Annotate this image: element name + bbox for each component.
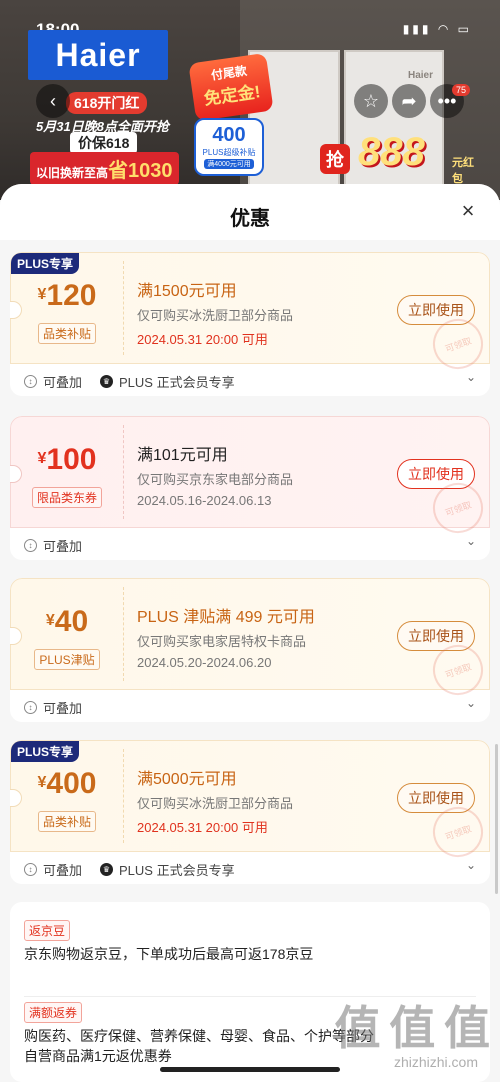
plus-exclusive-tag: PLUS专享 [11,253,80,274]
discount-sheet: 优惠 × PLUS专享 ¥120 品类补贴 满1500元可用 仅可购买冰洗厨卫部… [0,184,500,1082]
coupon-kind-tag: PLUS津贴 [34,649,100,670]
coupon-footer[interactable]: ↕ 可叠加 ⌄ [10,690,490,722]
rebate-tag: 满额返券 [24,1002,83,1023]
coupon-condition: PLUS 津贴满 499 元可用 [137,609,315,626]
promo-line-1: 618开门红 [66,92,148,114]
coupon-amount: ¥100 [37,443,97,476]
stackable-icon: ↕ [24,863,37,876]
watermark-logo: 值 值 值 [334,1002,490,1054]
scrollbar[interactable] [495,744,498,894]
sheet-header: 优惠 × [0,184,500,240]
coupon-condition: 满5000元可用 [137,771,237,788]
stackable-label: 可叠加 [43,539,83,554]
share-icon: ➦ [401,90,417,111]
watermark-url: zhizhizhi.com [393,1054,478,1070]
star-icon: ☆ [362,90,380,111]
coupon-scope: 仅可购买京东家电部分商品 [137,472,294,487]
coupon-scope: 仅可购买冰洗厨卫部分商品 [137,796,294,811]
close-icon: × [461,198,475,223]
chevron-down-icon[interactable]: ⌄ [466,858,476,872]
coupon-footer[interactable]: ↕ 可叠加 ⌄ [10,528,490,560]
plus-subsidy-card: 400 PLUS超级补贴 满4000元可用 [194,118,264,176]
coupon-amount: ¥400 [37,767,97,800]
deposit-badge: 付尾款 免定金! [188,52,274,122]
sheet-title: 优惠 [230,208,270,230]
back-button[interactable]: ‹ [36,84,70,118]
product-image-banner: Haier 18:00 ▮▮▮ ◠ ▭ Haier 618开门红 5月31日晚8… [0,0,500,200]
coupon-date: 2024.05.20-2024.06.20 [137,655,272,670]
coupon-card: PLUS专享 ¥120 品类补贴 满1500元可用 仅可购买冰洗厨卫部分商品 2… [10,252,490,396]
coupon-kind-tag: 品类补贴 [37,323,96,344]
crown-icon: ♛ [100,375,113,388]
stackable-icon: ↕ [24,701,37,714]
coupon-condition: 满1500元可用 [137,283,237,300]
brand-logo: Haier [28,30,168,80]
coupon-kind-tag: 限品类东券 [31,487,102,508]
beans-text: 京东购物返京豆，下单成功后最高可返178京豆 [24,946,314,962]
stackable-icon: ↕ [24,375,37,388]
coupon-date: 2024.05.31 20:00 可用 [137,332,268,347]
chevron-left-icon: ‹ [50,90,56,111]
coupon-amount: ¥40 [45,605,89,638]
chevron-down-icon[interactable]: ⌄ [466,696,476,710]
coupon-ticket: PLUS专享 ¥400 品类补贴 满5000元可用 仅可购买冰洗厨卫部分商品 2… [10,740,490,865]
crown-icon: ♛ [100,863,113,876]
stackable-label: 可叠加 [43,701,83,716]
plus-member-label: PLUS 正式会员专享 [119,375,235,390]
message-badge: 75 [452,84,471,96]
stackable-label: 可叠加 [43,375,83,390]
coupon-card: ¥40 PLUS津贴 PLUS 津贴满 499 元可用 仅可购买家电家居特权卡商… [10,578,490,722]
coupon-scope: 仅可购买家电家居特权卡商品 [137,634,307,649]
favorite-button[interactable]: ☆ [354,84,388,118]
chevron-down-icon[interactable]: ⌄ [466,370,476,384]
coupon-footer[interactable]: ↕ 可叠加 ♛ PLUS 正式会员专享 ⌄ [10,364,490,396]
coupon-footer[interactable]: ↕ 可叠加 ♛ PLUS 正式会员专享 ⌄ [10,852,490,884]
status-icons: ▮▮▮ ◠ ▭ [402,22,472,36]
stackable-label: 可叠加 [43,863,83,878]
promo-line-4: 以旧换新至高省1030 [30,152,179,185]
coupon-kind-tag: 品类补贴 [37,811,96,832]
plus-exclusive-tag: PLUS专享 [11,741,80,762]
coupon-card: ¥100 限品类东券 满101元可用 仅可购买京东家电部分商品 2024.05.… [10,416,490,560]
beans-tag: 返京豆 [24,920,71,941]
coupon-date: 2024.05.31 20:00 可用 [137,820,268,835]
share-button[interactable]: ➦ [392,84,426,118]
coupon-date: 2024.05.16-2024.06.13 [137,493,272,508]
coupon-scope: 仅可购买冰洗厨卫部分商品 [137,308,294,323]
promo-line-3: 价保618 [70,132,138,154]
close-button[interactable]: × [458,200,478,222]
coupon-condition: 满101元可用 [137,447,228,464]
coupon-card: PLUS专享 ¥400 品类补贴 满5000元可用 仅可购买冰洗厨卫部分商品 2… [10,740,490,884]
stackable-icon: ↕ [24,539,37,552]
chevron-down-icon[interactable]: ⌄ [466,534,476,548]
coupon-amount: ¥120 [37,279,97,312]
red-packet-promo: 抢 888 元红包 [320,130,480,185]
coupon-ticket: ¥40 PLUS津贴 PLUS 津贴满 499 元可用 仅可购买家电家居特权卡商… [10,578,490,703]
fridge-brand: Haier [408,70,434,81]
coupon-ticket: ¥100 限品类东券 满101元可用 仅可购买京东家电部分商品 2024.05.… [10,416,490,541]
coupon-ticket: PLUS专享 ¥120 品类补贴 满1500元可用 仅可购买冰洗厨卫部分商品 2… [10,252,490,377]
home-indicator[interactable] [160,1067,340,1072]
plus-member-label: PLUS 正式会员专享 [119,863,235,878]
